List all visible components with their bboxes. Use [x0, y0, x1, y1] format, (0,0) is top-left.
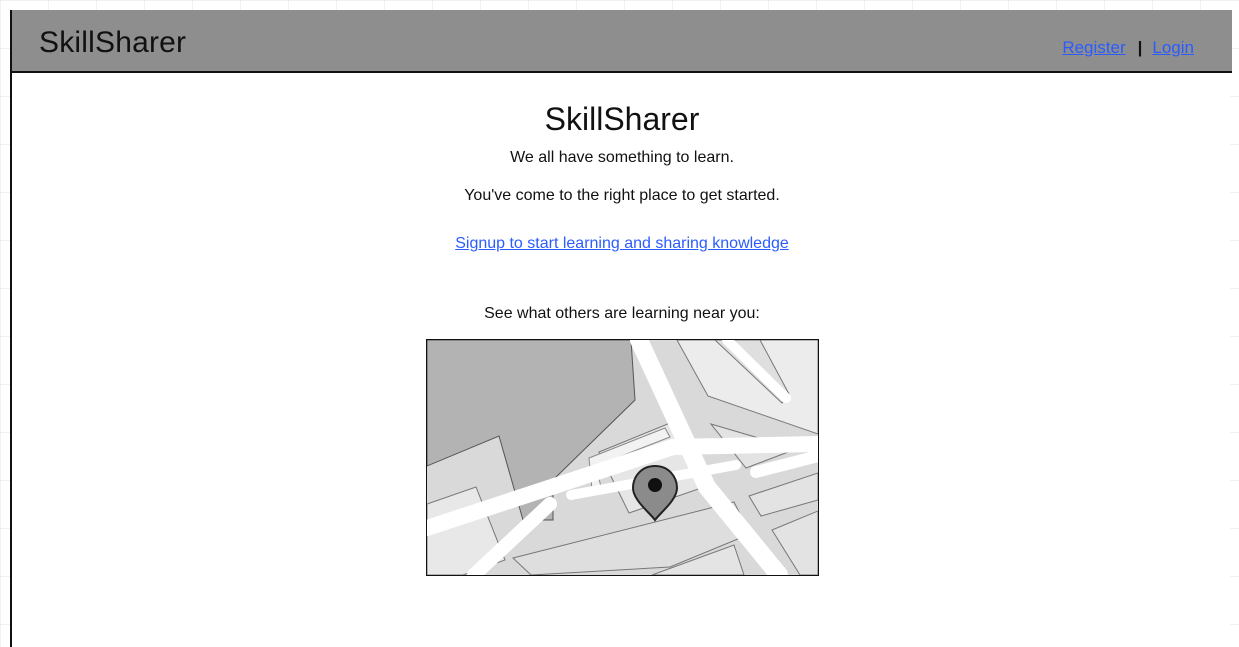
signup-link[interactable]: Signup to start learning and sharing kno… [455, 234, 789, 254]
main-content: SkillSharer We all have something to lea… [12, 100, 1232, 576]
page-title: SkillSharer [544, 101, 700, 137]
register-link[interactable]: Register [1062, 38, 1125, 58]
tagline-text: We all have something to learn. [510, 149, 734, 166]
nav-separator: | [1137, 38, 1143, 57]
map-caption: See what others are learning near you: [484, 305, 760, 322]
map-svg [426, 340, 818, 575]
login-link[interactable]: Login [1152, 38, 1194, 58]
app-window: SkillSharer Register | Login SkillSharer… [10, 10, 1232, 647]
brand-logo-text[interactable]: SkillSharer [39, 25, 186, 61]
top-header: SkillSharer Register | Login [12, 10, 1232, 73]
subline-text: You've come to the right place to get st… [464, 187, 780, 204]
map-preview[interactable] [425, 339, 819, 576]
top-nav: Register | Login [1062, 38, 1194, 58]
